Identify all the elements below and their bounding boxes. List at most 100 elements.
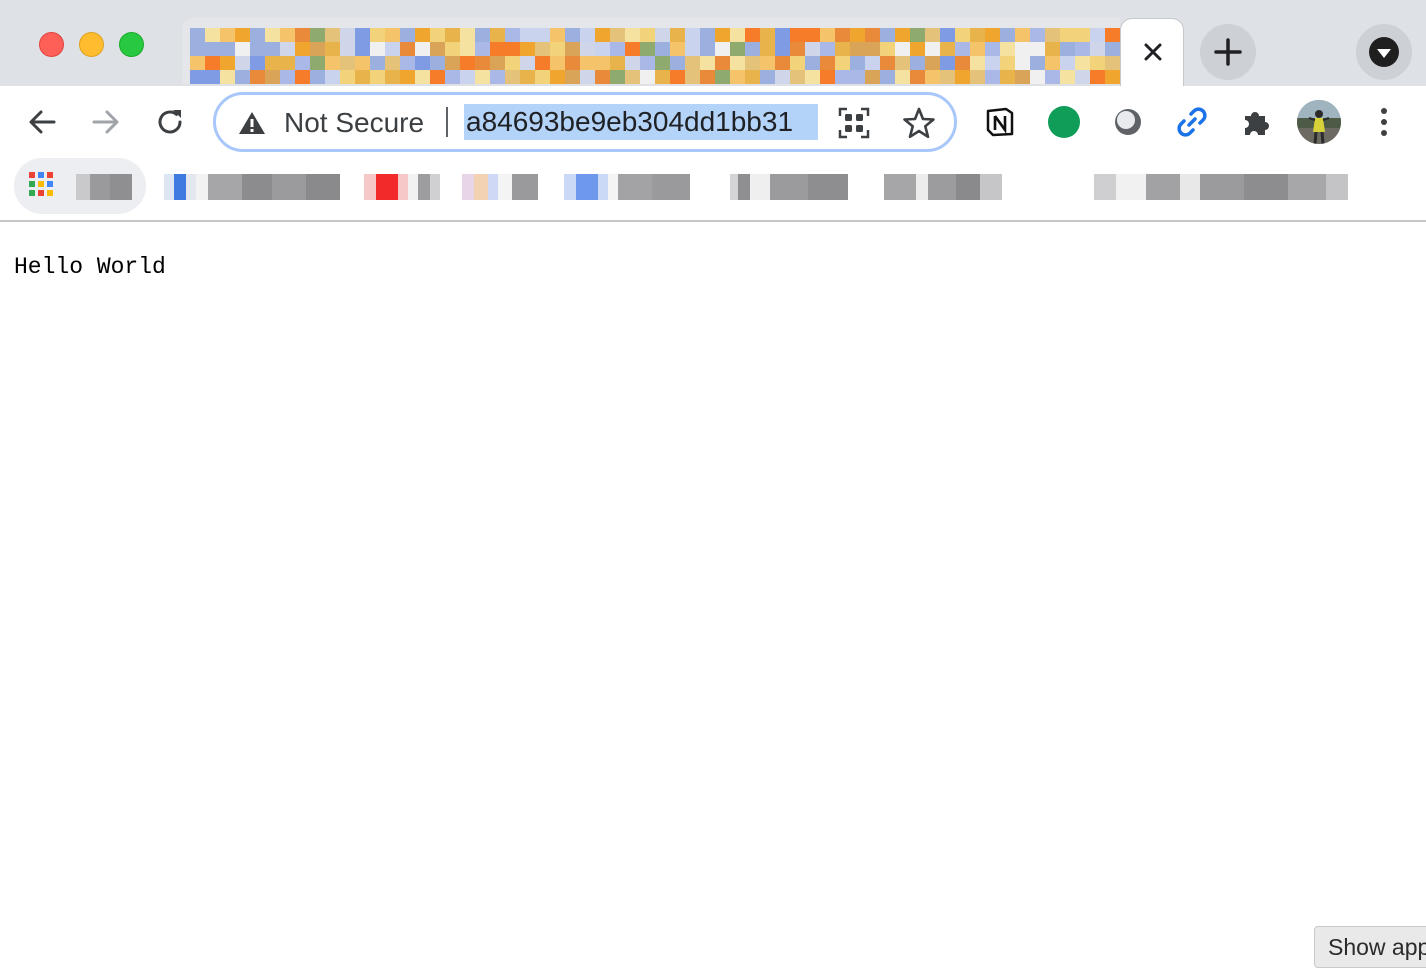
blurred-pixel — [235, 56, 250, 70]
blurred-pixel — [880, 56, 895, 70]
blurred-pixel — [700, 42, 715, 56]
blurred-pixel — [460, 42, 475, 56]
blurred-pixel — [430, 42, 445, 56]
active-tab[interactable] — [1120, 18, 1184, 86]
blurred-pixel — [385, 28, 400, 42]
green-extension-button[interactable] — [1042, 100, 1086, 144]
forward-button[interactable] — [84, 100, 128, 144]
blurred-pixel — [205, 70, 220, 84]
bookmark-item-blurred[interactable] — [462, 174, 538, 200]
blurred-pixel — [370, 28, 385, 42]
blurred-pixel — [535, 42, 550, 56]
blurred-pixel — [655, 56, 670, 70]
extensions-button[interactable] — [1234, 100, 1278, 144]
warning-triangle-icon[interactable] — [238, 110, 266, 136]
blurred-pixel — [670, 70, 685, 84]
link-extension-button[interactable] — [1170, 100, 1214, 144]
blurred-pixel — [550, 42, 565, 56]
blurred-pixel — [1105, 42, 1120, 56]
tab-list-blurred[interactable] — [182, 18, 1120, 84]
blurred-pixel — [940, 28, 955, 42]
blurred-pixel — [475, 28, 490, 42]
bookmark-item-blurred[interactable] — [1094, 174, 1348, 200]
blurred-pixel — [1060, 42, 1075, 56]
blurred-pixel — [565, 70, 580, 84]
chevron-down-circle-icon — [1369, 37, 1399, 67]
blurred-pixel — [265, 42, 280, 56]
blurred-pixel — [355, 28, 370, 42]
blurred-pixel — [1045, 42, 1060, 56]
blurred-pixel — [310, 56, 325, 70]
blurred-pixel — [610, 28, 625, 42]
blurred-pixel — [325, 28, 340, 42]
blurred-pixel — [295, 56, 310, 70]
blurred-pixel — [460, 70, 475, 84]
blurred-pixel — [520, 42, 535, 56]
address-bar[interactable]: Not Secure a84693be9eb304dd1bb31 — [213, 92, 957, 152]
show-apps-button[interactable]: Show app — [1314, 926, 1426, 968]
bookmark-apps-button[interactable] — [14, 158, 146, 214]
blurred-pixel — [730, 56, 745, 70]
qr-code-icon[interactable] — [838, 107, 870, 139]
window-minimize-button[interactable] — [79, 32, 104, 57]
blurred-pixel — [445, 56, 460, 70]
bookmark-item-blurred[interactable] — [164, 174, 340, 200]
blurred-pixel — [850, 70, 865, 84]
blurred-pixel — [370, 42, 385, 56]
blurred-pixel — [415, 70, 430, 84]
apps-grid-icon — [29, 172, 53, 196]
gray-ring-icon — [1115, 109, 1141, 135]
bookmark-item-blurred[interactable] — [884, 174, 1002, 200]
tab-search-button[interactable] — [1356, 24, 1412, 80]
blurred-pixel — [430, 56, 445, 70]
blurred-pixel — [910, 42, 925, 56]
blurred-pixel — [490, 56, 505, 70]
blurred-pixel — [190, 70, 205, 84]
blurred-pixel — [415, 28, 430, 42]
window-maximize-button[interactable] — [119, 32, 144, 57]
back-button[interactable] — [20, 100, 64, 144]
profile-button[interactable] — [1297, 100, 1341, 144]
close-icon[interactable] — [1139, 38, 1167, 66]
blurred-pixel — [235, 70, 250, 84]
blurred-pixel — [1000, 56, 1015, 70]
blurred-pixel — [895, 42, 910, 56]
star-icon[interactable] — [902, 106, 936, 140]
blurred-pixel — [880, 42, 895, 56]
blurred-pixel — [865, 42, 880, 56]
blurred-pixel — [1015, 28, 1030, 42]
blurred-pixel — [835, 42, 850, 56]
blurred-pixel — [340, 70, 355, 84]
new-tab-button[interactable] — [1200, 24, 1256, 80]
blurred-pixel — [475, 70, 490, 84]
arrow-right-icon — [92, 110, 119, 134]
bookmark-item-blurred[interactable] — [730, 174, 848, 200]
blurred-pixel — [865, 70, 880, 84]
blurred-pixel — [895, 70, 910, 84]
blurred-pixel — [415, 42, 430, 56]
blurred-pixel — [550, 56, 565, 70]
browser-menu-button[interactable] — [1362, 100, 1406, 144]
blurred-pixel — [925, 42, 940, 56]
blurred-pixel — [1075, 28, 1090, 42]
bookmark-item-blurred[interactable] — [564, 174, 690, 200]
blurred-pixel — [550, 70, 565, 84]
blurred-pixel — [295, 28, 310, 42]
blurred-pixel — [820, 56, 835, 70]
blurred-pixel — [535, 70, 550, 84]
bookmark-item-blurred[interactable] — [364, 174, 440, 200]
blurred-pixel — [940, 42, 955, 56]
blurred-pixel — [325, 42, 340, 56]
window-close-button[interactable] — [39, 32, 64, 57]
blurred-pixel — [655, 42, 670, 56]
url-text[interactable]: a84693be9eb304dd1bb31 — [464, 104, 818, 140]
blurred-pixel — [955, 42, 970, 56]
reload-button[interactable] — [148, 100, 192, 144]
notion-extension-button[interactable] — [978, 100, 1022, 144]
blurred-pixel — [640, 42, 655, 56]
bookmarks-bar — [0, 158, 1426, 222]
blurred-pixel — [685, 70, 700, 84]
security-status-label[interactable]: Not Secure — [284, 107, 424, 139]
blurred-pixel — [640, 28, 655, 42]
gray-extension-button[interactable] — [1106, 100, 1150, 144]
